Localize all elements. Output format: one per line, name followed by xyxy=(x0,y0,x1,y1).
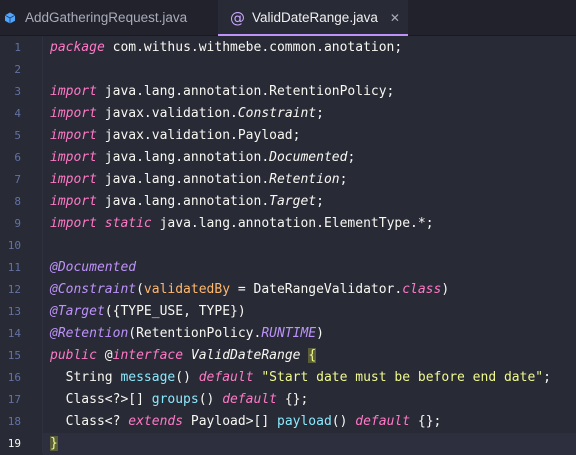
code-line[interactable]: Class<?>[] groups() default {}; xyxy=(50,389,309,411)
matching-brace: } xyxy=(50,436,58,451)
line-number: 7 xyxy=(14,173,21,186)
code-line[interactable]: import java.lang.annotation.Retention; xyxy=(50,169,347,191)
code-line[interactable]: import java.lang.annotation.Documented; xyxy=(50,147,355,169)
line-number: 12 xyxy=(7,283,21,296)
close-icon[interactable]: ✕ xyxy=(390,11,400,25)
code-line[interactable]: @Constraint(validatedBy = DateRangeValid… xyxy=(50,279,449,301)
line-number: 5 xyxy=(14,129,21,142)
editor-tab-bar: AddGatheringRequest.java @ ValidDateRang… xyxy=(0,0,576,36)
code-line[interactable]: import java.lang.annotation.Target; xyxy=(50,191,324,213)
code-editor[interactable]: package com.withus.withmebe.common.anota… xyxy=(43,36,576,455)
line-number: 16 xyxy=(7,371,21,384)
line-number: 8 xyxy=(14,195,21,208)
code-line[interactable]: @Target({TYPE_USE, TYPE}) xyxy=(50,301,246,323)
code-line[interactable]: import javax.validation.Constraint; xyxy=(50,103,324,125)
code-line[interactable]: package com.withus.withmebe.common.anota… xyxy=(50,37,402,59)
code-line[interactable]: @Documented xyxy=(50,257,136,279)
line-number: 11 xyxy=(7,261,21,274)
current-line-highlight xyxy=(43,433,576,455)
line-number: 1 xyxy=(14,41,21,54)
line-number: 4 xyxy=(14,107,21,120)
annotation-icon: @ xyxy=(230,8,245,27)
line-number: 18 xyxy=(7,415,21,428)
tab-add-gathering-request[interactable]: AddGatheringRequest.java xyxy=(0,0,218,35)
line-number: 9 xyxy=(14,217,21,230)
tab-valid-date-range[interactable]: @ ValidDateRange.java ✕ xyxy=(218,0,408,36)
code-line[interactable]: @Retention(RetentionPolicy.RUNTIME) xyxy=(50,323,324,345)
line-number: 13 xyxy=(7,305,21,318)
line-number: 2 xyxy=(14,63,21,76)
line-number: 6 xyxy=(14,151,21,164)
tab-label: ValidDateRange.java xyxy=(252,10,378,25)
code-line[interactable]: String message() default "Start date mus… xyxy=(50,367,551,389)
line-number-gutter: 1 2 3 4 5 6 7 8 9 10 11 12 13 14 15 16 1… xyxy=(0,36,43,453)
line-number: 15 xyxy=(7,349,21,362)
code-line-current[interactable]: } xyxy=(50,433,58,455)
code-line[interactable]: import javax.validation.Payload; xyxy=(50,125,300,147)
line-number: 17 xyxy=(7,393,21,406)
line-number: 10 xyxy=(7,239,21,252)
code-line[interactable]: import java.lang.annotation.RetentionPol… xyxy=(50,81,394,103)
matching-brace: { xyxy=(308,348,317,363)
code-line[interactable]: Class<? extends Payload>[] payload() def… xyxy=(50,411,442,433)
tab-label: AddGatheringRequest.java xyxy=(25,10,188,25)
java-class-icon xyxy=(4,12,16,23)
code-line[interactable]: public @interface ValidDateRange { xyxy=(50,345,317,367)
code-line[interactable]: import static java.lang.annotation.Eleme… xyxy=(50,213,434,235)
line-number: 14 xyxy=(7,327,21,340)
line-number-current: 19 xyxy=(7,437,21,450)
line-number: 3 xyxy=(14,85,21,98)
